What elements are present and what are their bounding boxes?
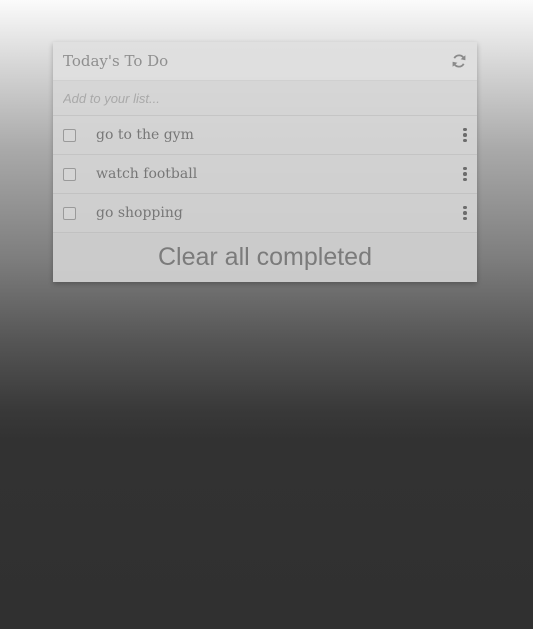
- refresh-icon[interactable]: [451, 53, 467, 69]
- todo-label: go shopping: [96, 205, 183, 221]
- todo-checkbox[interactable]: [63, 167, 76, 181]
- kebab-menu-icon[interactable]: [463, 204, 467, 223]
- todo-card: Today's To Do go to the gym watch footba…: [53, 42, 477, 282]
- todo-item: go to the gym: [53, 116, 477, 155]
- todo-label: go to the gym: [96, 127, 194, 143]
- todo-item: go shopping: [53, 194, 477, 233]
- card-header: Today's To Do: [53, 42, 477, 81]
- todo-checkbox[interactable]: [63, 206, 76, 220]
- todo-label: watch football: [96, 166, 198, 182]
- clear-completed-button[interactable]: Clear all completed: [53, 233, 477, 282]
- todo-item: watch football: [53, 155, 477, 194]
- card-title: Today's To Do: [63, 52, 169, 70]
- kebab-menu-icon[interactable]: [463, 126, 467, 145]
- todo-checkbox[interactable]: [63, 128, 76, 142]
- kebab-menu-icon[interactable]: [463, 165, 467, 184]
- add-item-row: [53, 81, 477, 116]
- add-item-input[interactable]: [63, 90, 443, 106]
